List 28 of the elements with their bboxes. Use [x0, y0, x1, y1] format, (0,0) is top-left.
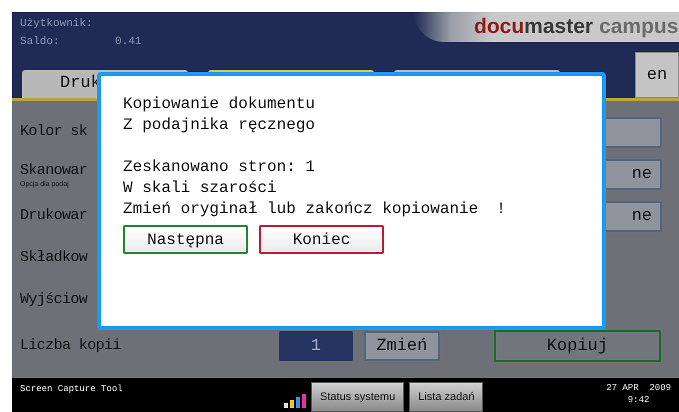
color-bars-icon [284, 394, 306, 408]
language-button[interactable]: en [635, 52, 679, 98]
setting-label: Składkow [20, 248, 88, 268]
copies-field[interactable]: 1 [278, 331, 353, 361]
dialog-button[interactable]: Koniec [259, 225, 384, 254]
dialog-button[interactable]: Następna [123, 225, 248, 254]
dialog-text: Zmień oryginał lub zakończ kopiowanie [123, 199, 478, 220]
balance-label: Saldo: [20, 35, 61, 50]
dialog-text: Kopiowanie dokumentu [123, 94, 316, 115]
setting-label: Drukowar [20, 206, 88, 226]
copies-label: Liczba kopii [20, 336, 121, 356]
app-name: Screen Capture Tool [20, 383, 124, 394]
taskbar-button[interactable]: Status systemu [311, 382, 404, 412]
alert-mark: ! [496, 199, 506, 220]
change-button[interactable]: Zmień [364, 331, 440, 361]
logo: documaster campus [414, 12, 679, 42]
setting-label: Skanowar [20, 160, 88, 180]
setting-label: Kolor sk [20, 122, 88, 142]
taskbar-button[interactable]: Lista zadań [409, 382, 484, 412]
copy-button[interactable]: Kopiuj [494, 330, 661, 362]
user-label: Użytkownik: [20, 17, 94, 32]
date-text: 27 APR 2009 [606, 382, 671, 394]
dialog-text: Z podajnika ręcznego [123, 115, 316, 136]
setting-label: Wyjściow [20, 290, 88, 310]
dialog-text: Zeskanowano stron: 1 [123, 157, 316, 178]
balance-value: 0.41 [115, 35, 142, 50]
time-text: 9:42 [628, 394, 650, 406]
dialog-text: W skali szarości [123, 178, 278, 199]
